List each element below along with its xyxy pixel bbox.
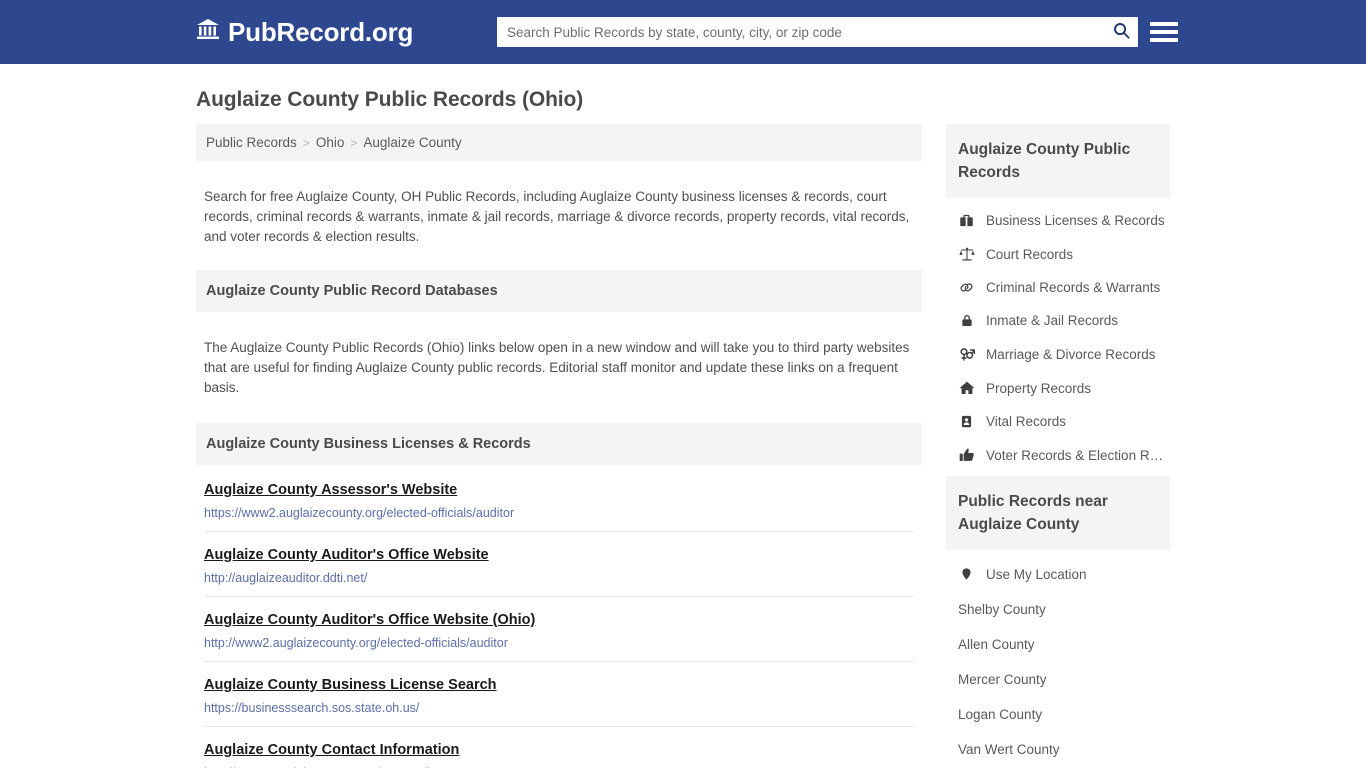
- briefcase-icon: [958, 213, 975, 228]
- sidebar-item-label: Court Records: [986, 246, 1074, 262]
- sidebar-item-label: Inmate & Jail Records: [986, 313, 1119, 328]
- sidebar-item-mercer-county[interactable]: Mercer County: [946, 662, 1170, 697]
- hamburger-menu-icon[interactable]: [1150, 17, 1178, 47]
- sidebar-item-label: Business Licenses & Records: [986, 213, 1165, 228]
- menu-bar-2: [1150, 30, 1178, 34]
- sidebar-header-records: Auglaize County Public Records: [946, 124, 1170, 198]
- sidebar-item-property-records[interactable]: Property Records: [946, 371, 1170, 405]
- list-item: Auglaize County Auditor's Office Website…: [204, 532, 914, 597]
- section-header-business-licenses: Auglaize County Business Licenses & Reco…: [196, 423, 922, 465]
- sidebar-header-near: Public Records near Auglaize County: [946, 476, 1170, 550]
- sidebar-item-voter-records[interactable]: Voter Records & Election R…: [946, 438, 1170, 472]
- sidebar-item-allen-county[interactable]: Allen County: [946, 627, 1170, 662]
- list-item: Auglaize County Assessor's Website https…: [204, 465, 914, 532]
- balance-scale-icon: [958, 246, 975, 262]
- sidebar-item-label: Vital Records: [986, 414, 1067, 429]
- link-title[interactable]: Auglaize County Auditor's Office Website: [204, 547, 489, 563]
- breadcrumb: Public Records > Ohio > Auglaize County: [196, 124, 922, 161]
- sidebar-item-label: Property Records: [986, 380, 1092, 396]
- sidebar-item-vital-records[interactable]: Vital Records: [946, 405, 1170, 438]
- sidebar-item-label: Criminal Records & Warrants: [986, 280, 1161, 295]
- page-title: Auglaize County Public Records (Ohio): [196, 88, 584, 111]
- search-icon: [1112, 21, 1131, 43]
- section-header-databases: Auglaize County Public Record Databases: [196, 270, 922, 312]
- id-badge-icon: [958, 414, 975, 429]
- sidebar: Auglaize County Public Records Business …: [946, 124, 1170, 768]
- sidebar-item-shelby-county[interactable]: Shelby County: [946, 592, 1170, 627]
- sidebar-near-list: Use My Location Shelby County Allen Coun…: [946, 550, 1170, 768]
- breadcrumb-item-public-records[interactable]: Public Records: [206, 135, 297, 150]
- sidebar-item-business-licenses[interactable]: Business Licenses & Records: [946, 204, 1170, 237]
- menu-bar-3: [1150, 38, 1178, 42]
- menu-bar-1: [1150, 22, 1178, 26]
- sidebar-item-label: Marriage & Divorce Records: [986, 346, 1156, 362]
- sidebar-item-label: Voter Records & Election R…: [986, 447, 1164, 463]
- link-url[interactable]: http://auglaizeauditor.ddti.net/: [204, 571, 914, 585]
- breadcrumb-separator-1: >: [302, 135, 310, 150]
- sidebar-item-label: Mercer County: [958, 672, 1047, 687]
- sidebar-item-label: Logan County: [958, 707, 1043, 722]
- link-title[interactable]: Auglaize County Auditor's Office Website…: [204, 612, 535, 628]
- breadcrumb-item-ohio[interactable]: Ohio: [316, 135, 345, 150]
- search-bar: [497, 17, 1138, 47]
- sidebar-item-label: Van Wert County: [958, 742, 1060, 757]
- page-body: Auglaize County Public Records (Ohio) Pu…: [0, 88, 1366, 768]
- site-header: PubRecord.org: [0, 0, 1366, 64]
- sidebar-item-label: Use My Location: [986, 566, 1087, 582]
- site-brand-label: PubRecord.org: [228, 16, 414, 47]
- intro-paragraph: Search for free Auglaize County, OH Publ…: [204, 188, 910, 244]
- sidebar-item-inmate-jail-records[interactable]: Inmate & Jail Records: [946, 304, 1170, 337]
- lock-icon: [958, 313, 975, 328]
- thumbs-up-icon: [958, 447, 975, 463]
- sidebar-item-logan-county[interactable]: Logan County: [946, 697, 1170, 732]
- search-input[interactable]: [497, 18, 1104, 46]
- business-links-list: Auglaize County Assessor's Website https…: [196, 465, 922, 768]
- sidebar-item-criminal-records[interactable]: Criminal Records & Warrants: [946, 271, 1170, 304]
- link-title[interactable]: Auglaize County Assessor's Website: [204, 482, 457, 498]
- list-item: Auglaize County Business License Search …: [204, 662, 914, 727]
- site-brand[interactable]: PubRecord.org: [196, 17, 413, 48]
- bank-icon: [196, 17, 220, 48]
- list-item: Auglaize County Auditor's Office Website…: [204, 597, 914, 662]
- link-title[interactable]: Auglaize County Business License Search: [204, 677, 497, 693]
- link-url[interactable]: https://businesssearch.sos.state.oh.us/: [204, 701, 914, 715]
- sidebar-item-van-wert-county[interactable]: Van Wert County: [946, 732, 1170, 767]
- content-container: Public Records > Ohio > Auglaize County …: [196, 124, 1170, 768]
- databases-description: The Auglaize County Public Records (Ohio…: [204, 339, 910, 395]
- sidebar-records-list: Business Licenses & Records Court Record…: [946, 198, 1170, 476]
- sidebar-item-court-records[interactable]: Court Records: [946, 237, 1170, 271]
- link-url[interactable]: https://www2.auglaizecounty.org/elected-…: [204, 506, 914, 520]
- venus-mars-icon: [958, 346, 975, 362]
- main-column: Public Records > Ohio > Auglaize County …: [196, 124, 922, 768]
- map-pin-icon: [958, 566, 975, 582]
- home-icon: [958, 380, 975, 396]
- breadcrumb-separator-2: >: [350, 135, 358, 150]
- list-item: Auglaize County Contact Information http…: [204, 727, 914, 768]
- link-title[interactable]: Auglaize County Contact Information: [204, 742, 459, 758]
- search-button[interactable]: [1104, 17, 1138, 47]
- link-url[interactable]: http://www2.auglaizecounty.org/elected-o…: [204, 636, 914, 650]
- breadcrumb-item-auglaize-county[interactable]: Auglaize County: [363, 135, 461, 150]
- sidebar-item-use-my-location[interactable]: Use My Location: [946, 556, 1170, 592]
- sidebar-item-label: Shelby County: [958, 602, 1046, 617]
- fingerprint-icon: [958, 280, 975, 295]
- sidebar-item-label: Allen County: [958, 637, 1035, 652]
- sidebar-item-marriage-divorce-records[interactable]: Marriage & Divorce Records: [946, 337, 1170, 371]
